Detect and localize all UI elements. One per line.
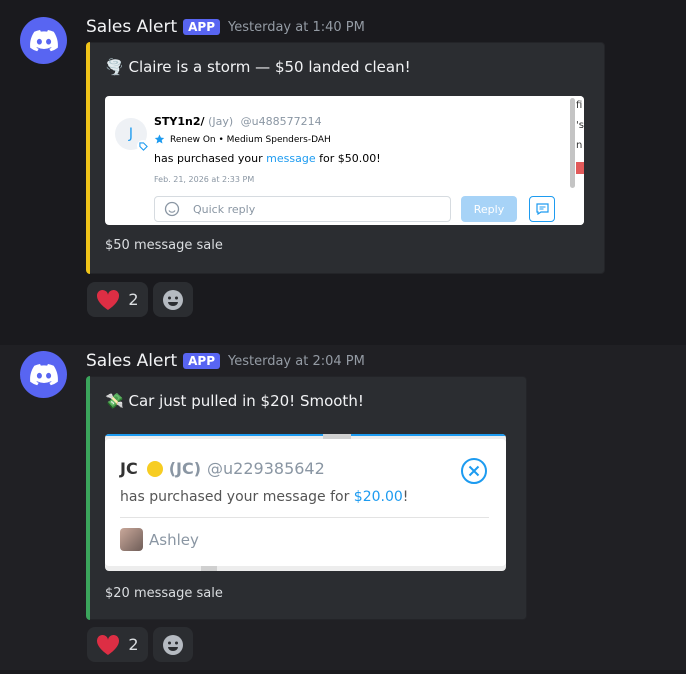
reply-button[interactable]: Reply bbox=[461, 196, 517, 222]
embed-title-text: Car just pulled in $20! Smooth! bbox=[128, 392, 364, 410]
embed-color-bar bbox=[86, 42, 90, 274]
clipped-side-panel: fi 's n bbox=[576, 96, 584, 225]
purchase-suffix: ! bbox=[402, 489, 409, 505]
timestamp[interactable]: Yesterday at 2:04 PM bbox=[228, 354, 365, 369]
scrollbar[interactable] bbox=[570, 98, 575, 188]
tag-icon bbox=[137, 140, 149, 152]
embed-footer: $50 message sale bbox=[105, 238, 223, 253]
quick-reply-input[interactable]: Quick reply bbox=[154, 196, 451, 222]
message-header: Sales Alert APP Yesterday at 1:40 PM bbox=[86, 17, 365, 37]
purchase-prefix: has purchased your message for bbox=[120, 489, 354, 505]
side-red-mark bbox=[576, 162, 584, 174]
tornado-emoji: 🌪️ bbox=[105, 58, 124, 76]
message-icon-button[interactable] bbox=[529, 196, 555, 222]
reaction-count: 2 bbox=[128, 635, 139, 654]
embed: 💸 Car just pulled in $20! Smooth! JC (JC… bbox=[86, 376, 527, 620]
embed-image[interactable]: JC (JC) @u229385642 has purchased your m… bbox=[105, 434, 506, 571]
subscription-line: Renew On • Medium Spenders-DAH bbox=[154, 134, 331, 145]
heart-icon bbox=[97, 634, 120, 655]
username[interactable]: Sales Alert bbox=[86, 351, 177, 371]
purchase-suffix: for $50.00! bbox=[315, 152, 381, 165]
fan-name[interactable]: STY1n2/ bbox=[154, 115, 205, 128]
message-header: Sales Alert APP Yesterday at 2:04 PM bbox=[86, 351, 365, 371]
heart-reaction[interactable]: 2 bbox=[87, 627, 148, 662]
money-emoji: 💸 bbox=[105, 392, 124, 410]
side-fragment: n bbox=[576, 140, 583, 151]
app-badge: APP bbox=[183, 353, 221, 369]
purchase-line: has purchased your message for $50.00! bbox=[154, 152, 381, 165]
embed-image[interactable]: J STY1n2/ (Jay) @u488577214 Renew On • M… bbox=[105, 96, 584, 225]
avatar-letter: J bbox=[128, 126, 134, 142]
fan-name-line: STY1n2/ (Jay) @u488577214 bbox=[154, 115, 322, 128]
side-fragment: 's bbox=[576, 120, 584, 131]
fan-name-line: JC (JC) @u229385642 bbox=[120, 459, 325, 478]
fan-handle: @u488577214 bbox=[240, 115, 322, 128]
message-2: Sales Alert APP Yesterday at 2:04 PM 💸 C… bbox=[0, 345, 686, 670]
purchase-popup: JC (JC) @u229385642 has purchased your m… bbox=[105, 439, 506, 566]
message-link[interactable]: message bbox=[266, 152, 315, 165]
fan-handle: @u229385642 bbox=[207, 459, 325, 478]
bot-avatar[interactable] bbox=[20, 17, 67, 64]
embed: 🌪️ Claire is a storm — $50 landed clean!… bbox=[86, 42, 605, 274]
model-line: Ashley bbox=[120, 528, 199, 551]
side-fragment: fi bbox=[576, 100, 583, 111]
purchase-line: has purchased your message for $20.00! bbox=[120, 489, 408, 505]
blue-top-line bbox=[105, 434, 506, 436]
embed-title: 💸 Car just pulled in $20! Smooth! bbox=[105, 392, 364, 410]
message-divider bbox=[0, 330, 686, 345]
emoji-icon[interactable] bbox=[164, 201, 180, 217]
bot-avatar[interactable] bbox=[20, 351, 67, 398]
chat-icon bbox=[535, 203, 549, 215]
embed-footer: $20 message sale bbox=[105, 586, 223, 601]
yellow-dot-icon bbox=[146, 460, 163, 477]
timestamp[interactable]: Yesterday at 1:40 PM bbox=[228, 20, 365, 35]
discord-logo-icon bbox=[29, 363, 58, 385]
add-reaction-button[interactable] bbox=[153, 627, 193, 662]
quick-reply-placeholder: Quick reply bbox=[193, 202, 256, 216]
reaction-count: 2 bbox=[128, 290, 139, 309]
star-icon bbox=[154, 134, 165, 144]
message-1: Sales Alert APP Yesterday at 1:40 PM 🌪️ … bbox=[0, 0, 686, 330]
heart-icon bbox=[97, 289, 120, 310]
close-icon[interactable] bbox=[461, 458, 487, 484]
smiley-add-icon bbox=[163, 289, 183, 310]
fan-avatar: J bbox=[115, 118, 149, 152]
embed-color-bar bbox=[86, 376, 90, 620]
model-avatar bbox=[120, 528, 143, 551]
username[interactable]: Sales Alert bbox=[86, 17, 177, 37]
popup-divider bbox=[120, 517, 489, 518]
discord-logo-icon bbox=[29, 29, 58, 51]
embed-title: 🌪️ Claire is a storm — $50 landed clean! bbox=[105, 58, 411, 76]
smiley-add-icon bbox=[163, 634, 183, 655]
embed-title-text: Claire is a storm — $50 landed clean! bbox=[128, 58, 411, 76]
purchase-date: Feb. 21, 2026 at 2:33 PM bbox=[154, 175, 255, 184]
model-name[interactable]: Ashley bbox=[149, 531, 199, 549]
purchase-prefix: has purchased your bbox=[154, 152, 267, 165]
purchase-amount: $20.00 bbox=[353, 489, 403, 505]
background-fragment bbox=[201, 566, 217, 571]
add-reaction-button[interactable] bbox=[153, 282, 193, 317]
fan-name[interactable]: JC bbox=[120, 459, 138, 478]
fan-nickname: (JC) bbox=[168, 459, 202, 478]
subscription-text: Renew On • Medium Spenders-DAH bbox=[170, 134, 331, 145]
heart-reaction[interactable]: 2 bbox=[87, 282, 148, 317]
app-badge: APP bbox=[183, 19, 221, 35]
fan-nickname: (Jay) bbox=[208, 115, 234, 128]
